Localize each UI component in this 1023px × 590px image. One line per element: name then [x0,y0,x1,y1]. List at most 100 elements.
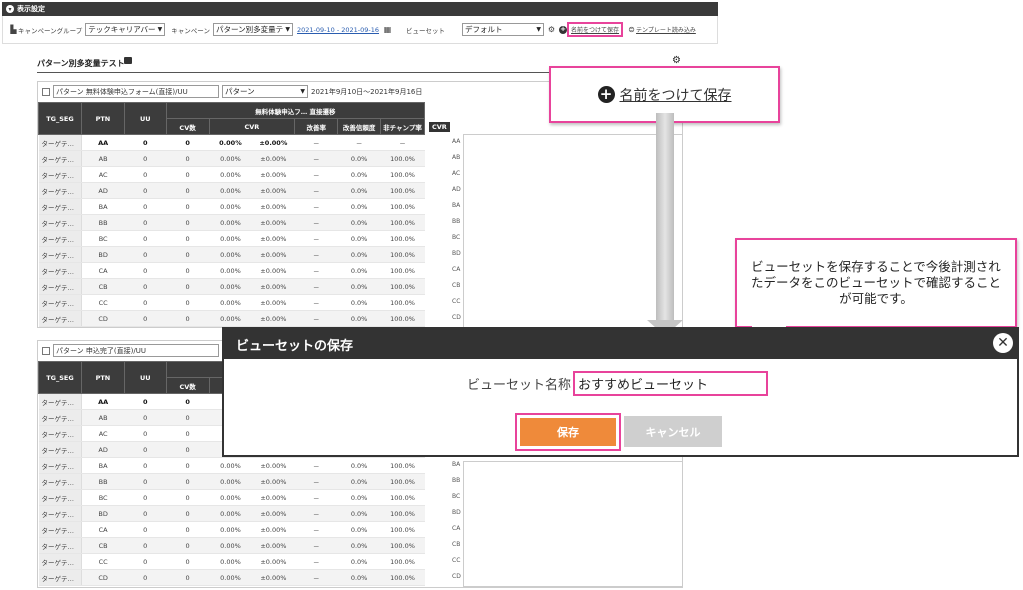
comment-icon[interactable] [124,57,132,64]
cell-non-champ: 100.0% [380,521,425,538]
cell-cvr-range: ±0.00% [251,134,295,151]
col-header-cvr[interactable]: CVR [208,118,296,135]
cell-tg-seg: ターゲテ… [38,425,82,442]
cell-non-champ: 100.0% [380,294,425,311]
cvr-row-label: AB [452,154,461,161]
cell-uu: 0 [124,166,167,183]
cell-tg-seg: ターゲテ… [38,569,82,586]
cell-cv: 0 [166,198,209,215]
cell-cv: 0 [166,409,210,426]
cell-cvr: 0.00% [209,553,252,570]
cell-cvr: 0.00% [209,310,252,327]
cancel-button[interactable]: キャンセル [624,416,722,447]
cell-cv: 0 [166,294,209,311]
cell-improvement: － [294,182,338,199]
cell-improvement: － [294,294,338,311]
load-template-link[interactable]: テンプレート読み込み [636,25,696,34]
cell-cv: 0 [166,182,209,199]
col-header-tg-seg[interactable]: TG_SEG [38,102,82,135]
table-row: ターゲテ… BB 0 0 0.00% ±0.00% － 0.0% 100.0% [38,214,425,231]
cell-uu: 0 [124,409,167,426]
table2-checkbox[interactable] [42,346,50,355]
cell-confidence: 0.0% [337,473,381,490]
cell-tg-seg: ターゲテ… [38,198,82,215]
cell-confidence: 0.0% [337,246,381,263]
table-row: ターゲテ… CC 0 0 0.00% ±0.00% － 0.0% 100.0% [38,294,425,311]
cvr-row-label: BC [452,493,461,500]
cell-cvr-range: ±0.00% [251,569,295,586]
cell-tg-seg: ターゲテ… [38,246,82,263]
chart-icon: ▙ [10,25,17,34]
table1-date-label: 2021年9月10日〜2021年9月16日 [311,87,423,96]
cvr-row-label: BC [452,234,461,241]
col-header-uu[interactable]: UU [123,361,167,394]
cell-cvr: 0.00% [209,230,252,247]
chevron-down-icon: ▼ [536,26,542,33]
cell-confidence: 0.0% [337,489,381,506]
col-header-ptn[interactable]: PTN [80,102,125,135]
col-header-confidence[interactable]: 改善信頼度 [337,118,382,135]
cell-tg-seg: ターゲテ… [38,294,82,311]
cell-cvr-range: ±0.00% [251,537,295,554]
table1-checkbox[interactable] [42,87,50,96]
cell-tg-seg: ターゲテ… [38,521,82,538]
cell-tg-seg: ターゲテ… [38,134,82,151]
table1-filter-field[interactable]: パターン 無料体験申込フォーム(直接)/UU [53,85,219,98]
table2-filter-field[interactable]: パターン 申込完了(直接)/UU [53,344,219,357]
gear-icon[interactable]: ⚙ [547,25,556,34]
plus-circle-icon: + [597,86,615,103]
date-range-link[interactable]: 2021-09-10 - 2021-09-16 [297,26,379,34]
chevron-down-icon[interactable]: ▾ [6,5,14,13]
campaign-group-label: キャンペーングループ [18,26,83,35]
viewset-name-input[interactable]: おすすめビューセット [573,371,769,396]
col-header-improvement[interactable]: 改善率 [294,118,339,135]
campaign-select[interactable]: パターン別多変量テ ▼ [212,23,293,36]
cvr-row-label: CD [452,314,461,321]
cell-tg-seg: ターゲテ… [38,182,82,199]
cell-cvr: 0.00% [209,214,252,231]
cell-ptn: AC [81,425,125,442]
table-row: ターゲテ… AA 0 0 0.00% ±0.00% －－－ [38,134,425,151]
col-header-uu[interactable]: UU [123,102,167,135]
cell-confidence: － [337,134,381,151]
close-icon[interactable]: ✕ [993,333,1013,353]
cell-confidence: 0.0% [337,294,381,311]
cell-cvr: 0.00% [209,150,252,167]
cell-confidence: 0.0% [337,505,381,522]
settings-header[interactable]: ▾ 表示設定 [2,2,718,16]
cell-uu: 0 [124,569,167,586]
cell-cv: 0 [166,134,209,151]
table1-dimension-select[interactable]: パターン ▼ [222,85,308,98]
cell-ptn: CC [81,294,125,311]
col-header-cv[interactable]: CV数 [165,118,210,135]
viewset-select[interactable]: デフォルト ▼ [462,23,545,36]
cell-confidence: 0.0% [337,457,381,474]
col-header-tg-seg[interactable]: TG_SEG [38,361,82,394]
campaign-group-select[interactable]: テックキャリアバー ▼ [85,23,166,36]
gear-icon[interactable]: ⚙ [672,55,681,66]
cell-tg-seg: ターゲテ… [38,393,82,410]
cell-confidence: 0.0% [337,262,381,279]
table-row: ターゲテ… BB 0 0 0.00% ±0.00% － 0.0% 100.0% [38,473,425,490]
cell-ptn: AC [81,166,125,183]
col-header-ptn[interactable]: PTN [80,361,125,394]
table-row: ターゲテ… AB 0 0 0.00% ±0.00% － 0.0% 100.0% [38,150,425,167]
cell-cv: 0 [166,310,209,327]
cell-ptn: AD [81,182,125,199]
cell-cv: 0 [166,441,210,458]
cell-cvr: 0.00% [209,489,252,506]
calendar-icon[interactable]: ▦ [383,25,392,34]
cell-cvr: 0.00% [209,166,252,183]
cell-non-champ: 100.0% [380,553,425,570]
cell-cvr: 0.00% [209,457,252,474]
save-named-link[interactable]: 名前をつけて保存 [571,25,619,34]
save-button[interactable]: 保存 [520,418,616,446]
cvr-row-label: BA [452,461,461,468]
col-header-non-champ[interactable]: 非チャンプ率 [380,118,425,135]
cell-ptn: BD [81,505,125,522]
cell-cvr-range: ±0.00% [251,246,295,263]
cell-ptn: AB [81,150,125,167]
cvr-row-label: CB [452,282,461,289]
col-header-cv[interactable]: CV数 [165,377,210,394]
cell-ptn: CA [81,521,125,538]
